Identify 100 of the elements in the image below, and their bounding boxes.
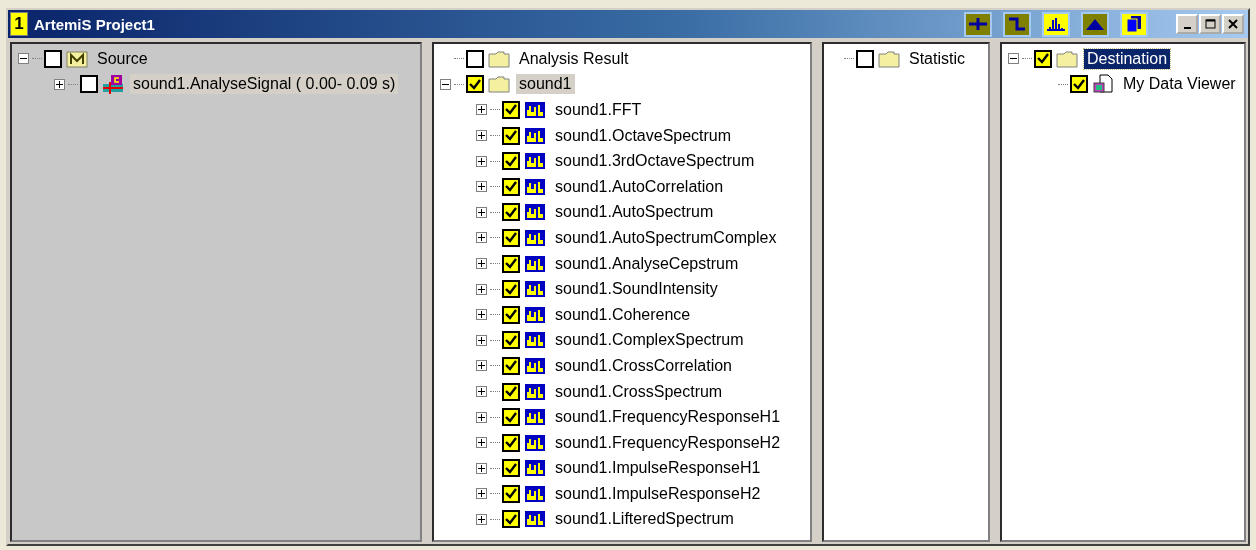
tree-item[interactable]: sound1.ImpulseResponseH2	[552, 483, 764, 504]
plus-icon	[477, 132, 485, 140]
expand-button[interactable]	[475, 283, 487, 295]
viewer-icon	[1092, 74, 1114, 95]
collapse-button[interactable]	[1007, 53, 1019, 65]
tree-item[interactable]: sound1.FFT	[552, 100, 645, 120]
close-icon	[1228, 19, 1238, 29]
plus-icon	[477, 183, 485, 191]
spectrum-icon	[525, 332, 545, 349]
tree-item[interactable]: Source	[94, 48, 151, 69]
collapse-button[interactable]	[439, 78, 451, 90]
spectrum-icon	[525, 409, 545, 426]
checkbox[interactable]	[856, 49, 874, 68]
checkbox[interactable]	[502, 356, 520, 375]
expand-button[interactable]	[475, 514, 487, 525]
checkbox[interactable]	[466, 75, 484, 94]
tree-item[interactable]: Destination	[1084, 48, 1171, 69]
expand-button[interactable]	[475, 104, 487, 116]
plus-icon	[477, 157, 485, 165]
checkbox[interactable]	[502, 331, 520, 350]
tree-item[interactable]: sound1.AutoCorrelation	[552, 176, 727, 197]
tree-item[interactable]: sound1.CrossSpectrum	[552, 381, 726, 402]
toolbar-button[interactable]	[1081, 11, 1109, 37]
spectrum-icon	[525, 511, 545, 528]
expand-button[interactable]	[475, 155, 487, 167]
spectrum-icon	[525, 383, 545, 400]
tree-item[interactable]: sound1.AnalyseCepstrum	[552, 253, 742, 274]
expand-button[interactable]	[475, 181, 487, 193]
expand-button[interactable]	[475, 258, 487, 270]
spectrum-icon	[525, 127, 545, 144]
collapse-button[interactable]	[17, 53, 29, 65]
expand-button[interactable]	[475, 462, 487, 474]
tree-item[interactable]: sound1.AutoSpectrumComplex	[552, 227, 780, 248]
close-button[interactable]	[1222, 14, 1244, 34]
expand-button[interactable]	[475, 334, 487, 346]
maximize-button[interactable]	[1199, 14, 1221, 34]
expand-button[interactable]	[475, 386, 487, 397]
checkbox[interactable]	[502, 254, 520, 273]
expand-button[interactable]	[475, 360, 487, 372]
plus-icon	[477, 464, 485, 472]
checkbox[interactable]	[502, 152, 520, 171]
expand-button[interactable]	[53, 78, 65, 90]
checkbox[interactable]	[502, 305, 520, 324]
expand-button[interactable]	[475, 411, 487, 423]
tree-item[interactable]: sound1.SoundIntensity	[552, 279, 721, 300]
folder-icon	[488, 49, 510, 68]
tree-item[interactable]: sound1.OctaveSpectrum	[552, 125, 735, 146]
tree-item[interactable]: sound1.AutoSpectrum	[552, 202, 717, 223]
checkbox[interactable]	[1034, 49, 1052, 68]
tree-item[interactable]: sound1.3rdOctaveSpectrum	[552, 151, 758, 172]
checkbox[interactable]	[502, 433, 520, 452]
tree-item[interactable]: sound1.Coherence	[552, 304, 694, 325]
toolbar-button[interactable]	[1120, 11, 1148, 37]
toolbar-button[interactable]	[1003, 11, 1031, 37]
expand-button[interactable]	[475, 206, 487, 218]
tree-item[interactable]: sound1.FrequencyResponseH1	[552, 407, 784, 428]
pages-icon	[1126, 15, 1142, 33]
plus-icon	[477, 439, 485, 447]
checkbox[interactable]	[502, 459, 520, 478]
tree-item[interactable]: sound1	[516, 74, 575, 95]
plus-icon	[477, 260, 485, 268]
spectrum-icon	[525, 460, 545, 477]
plus-icon	[477, 208, 485, 216]
folder-icon	[488, 75, 510, 94]
tree-item[interactable]: Statistic	[906, 48, 968, 69]
expand-button[interactable]	[475, 130, 487, 142]
tree-item[interactable]: sound1.ImpulseResponseH1	[552, 458, 764, 479]
tree-item[interactable]: sound1.AnalyseSignal ( 0.00- 0.09 s)	[130, 74, 399, 95]
minimize-button[interactable]	[1176, 14, 1198, 34]
expand-button[interactable]	[475, 309, 487, 321]
expand-button[interactable]	[475, 232, 487, 244]
checkbox[interactable]	[466, 49, 484, 68]
checkbox[interactable]	[1070, 75, 1088, 94]
tree-item[interactable]: sound1.ComplexSpectrum	[552, 330, 747, 351]
checkbox[interactable]	[502, 484, 520, 503]
tree-item[interactable]: sound1.FrequencyResponseH2	[552, 432, 784, 453]
plus-icon	[477, 388, 485, 395]
checkbox[interactable]	[502, 101, 520, 119]
toolbar-button[interactable]	[964, 11, 992, 37]
expand-button[interactable]	[475, 488, 487, 500]
tree-item[interactable]: sound1.LifteredSpectrum	[552, 509, 737, 530]
checkbox[interactable]	[502, 510, 520, 529]
checkbox[interactable]	[80, 75, 98, 94]
expand-button[interactable]	[475, 437, 487, 449]
checkbox[interactable]	[502, 280, 520, 299]
checkbox[interactable]	[502, 126, 520, 145]
spectrum-icon	[525, 357, 545, 374]
checkbox[interactable]	[502, 177, 520, 196]
plus-icon	[477, 516, 485, 523]
checkbox[interactable]	[44, 49, 62, 68]
toolbar-button[interactable]	[1042, 11, 1070, 37]
spectrum-icon	[525, 485, 545, 502]
tree-item[interactable]: Analysis Result	[516, 48, 632, 69]
tree-item[interactable]: My Data Viewer	[1120, 74, 1239, 95]
window-badge: 1	[10, 12, 28, 36]
checkbox[interactable]	[502, 408, 520, 427]
tree-item[interactable]: sound1.CrossCorrelation	[552, 355, 735, 376]
checkbox[interactable]	[502, 228, 520, 247]
checkbox[interactable]	[502, 382, 520, 401]
checkbox[interactable]	[502, 203, 520, 222]
